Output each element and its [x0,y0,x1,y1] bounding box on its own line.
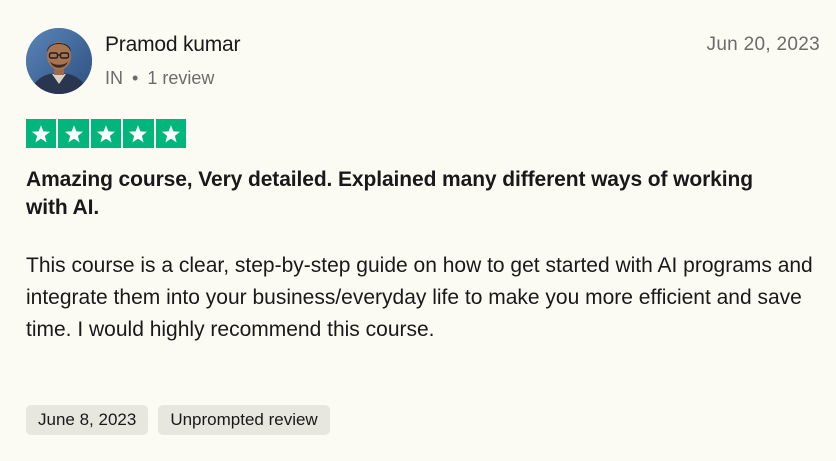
star-box [155,119,186,148]
star-rating [26,119,186,148]
review-date: Jun 20, 2023 [706,34,820,55]
reviewer-review-count: 1 review [147,68,215,88]
avatar-photo-icon [26,28,92,94]
review-tags: June 8, 2023 Unprompted review [26,405,330,435]
unprompted-review-tag[interactable]: Unprompted review [158,405,330,435]
experience-date-tag: June 8, 2023 [26,405,149,435]
star-icon [161,124,180,142]
review-card: Pramod kumar IN • 1 review Jun 20, 2023 … [0,0,836,461]
meta-separator: • [132,68,139,88]
star-icon [129,124,148,142]
star-icon [32,124,51,142]
review-body: This course is a clear, step-by-step gui… [26,254,813,341]
reviewer-country: IN [105,68,123,88]
reviewer-avatar[interactable] [26,28,92,94]
review-header: Pramod kumar IN • 1 review Jun 20, 2023 [26,28,820,96]
reviewer-meta: IN • 1 review [105,66,214,90]
star-box [58,119,89,148]
review-title[interactable]: Amazing course, Very detailed. Explained… [26,166,786,222]
star-icon [64,124,83,142]
star-box [90,119,122,148]
reviewer-name[interactable]: Pramod kumar [105,32,241,58]
star-box [123,119,154,148]
star-icon [96,124,115,142]
star-box [26,119,57,148]
